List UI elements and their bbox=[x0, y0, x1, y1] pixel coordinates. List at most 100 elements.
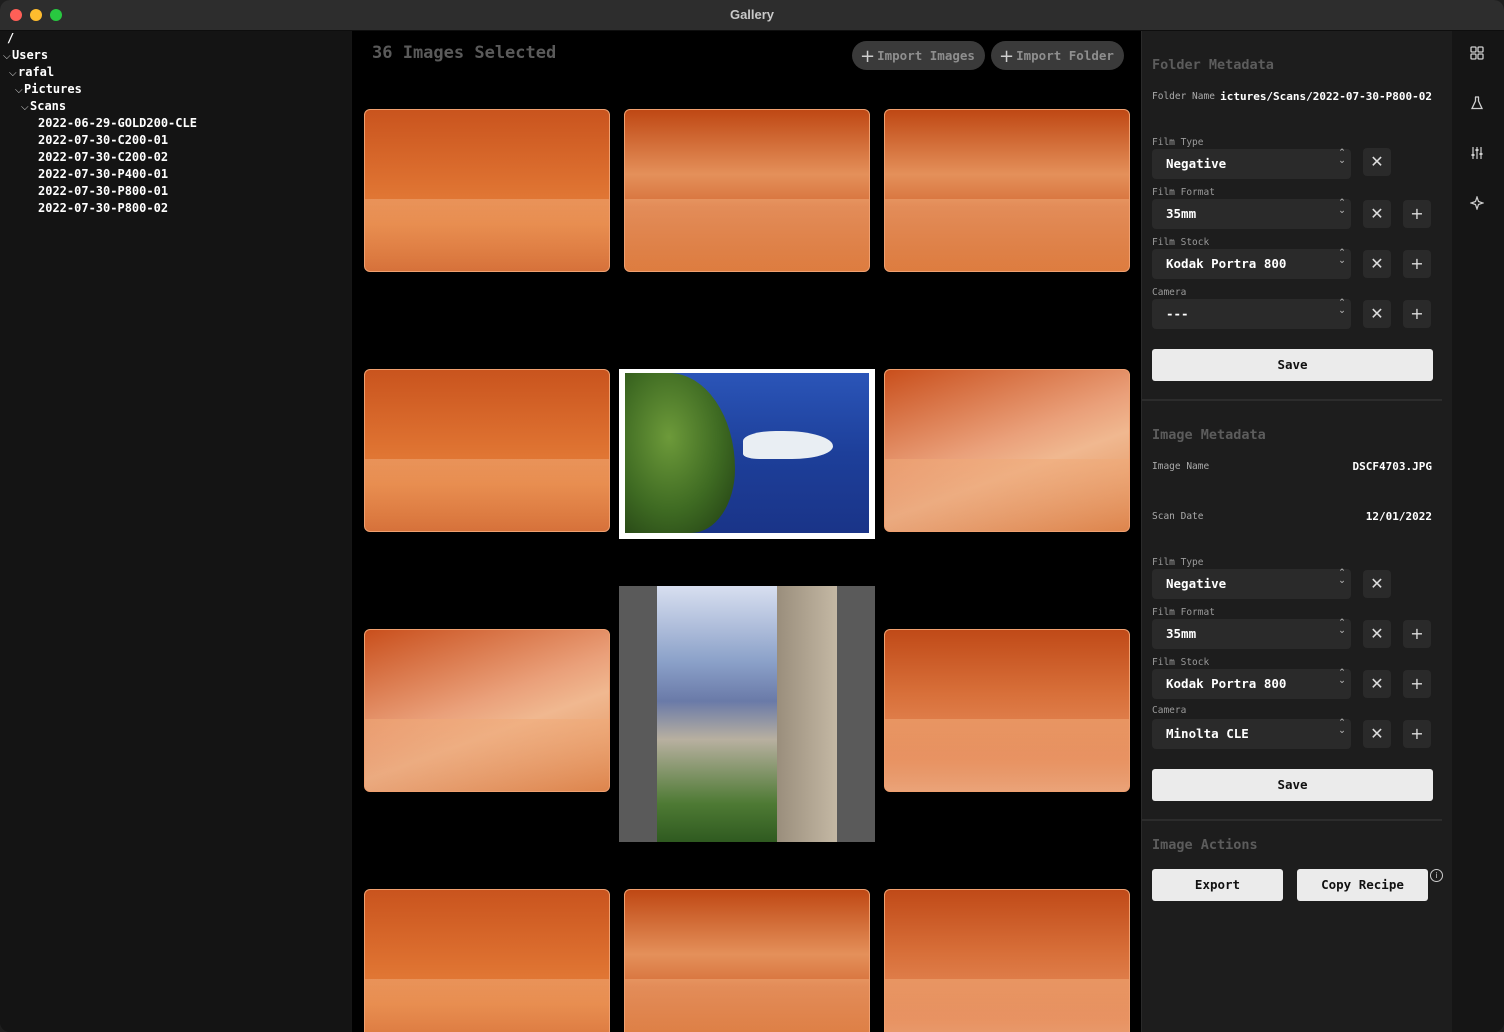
camera-label: Camera bbox=[1152, 287, 1187, 298]
folder-metadata-title: Folder Metadata bbox=[1152, 57, 1274, 73]
tree-item-pictures[interactable]: ⌵Pictures bbox=[15, 81, 82, 98]
tool-strip bbox=[1452, 31, 1504, 1032]
tree-item-label: Pictures bbox=[24, 82, 82, 96]
folder-film-type-select[interactable]: Negative ⌃ ⌄ bbox=[1152, 149, 1351, 179]
select-value: 35mm bbox=[1166, 206, 1197, 221]
clear-camera-button[interactable]: ✕ bbox=[1363, 720, 1391, 748]
film-type-label: Film Type bbox=[1152, 557, 1204, 568]
updown-icon: ⌃ ⌄ bbox=[1338, 668, 1346, 686]
image-thumbnail[interactable] bbox=[364, 109, 610, 272]
tree-item-folder[interactable]: 2022-07-30-P400-01 bbox=[38, 166, 168, 183]
chevron-down-icon[interactable]: ⌵ bbox=[3, 48, 12, 65]
image-thumbnail[interactable] bbox=[364, 889, 610, 1032]
folder-tree-sidebar: / ⌵Users ⌵rafal ⌵Pictures ⌵Scans 2022-06… bbox=[0, 31, 351, 1032]
divider bbox=[1142, 399, 1442, 401]
chevron-down-icon[interactable]: ⌵ bbox=[21, 99, 30, 116]
updown-icon: ⌃ ⌄ bbox=[1338, 618, 1346, 636]
image-actions-title: Image Actions bbox=[1152, 837, 1258, 853]
image-metadata-title: Image Metadata bbox=[1152, 427, 1266, 443]
folder-film-format-select[interactable]: 35mm ⌃ ⌄ bbox=[1152, 199, 1351, 229]
image-name-label: Image Name bbox=[1152, 461, 1210, 472]
film-format-label: Film Format bbox=[1152, 187, 1215, 198]
select-value: Negative bbox=[1166, 156, 1227, 171]
clear-film-format-button[interactable]: ✕ bbox=[1363, 620, 1391, 648]
image-film-type-select[interactable]: Negative ⌃ ⌄ bbox=[1152, 569, 1351, 599]
add-camera-button[interactable]: + bbox=[1403, 720, 1431, 748]
tree-item-folder[interactable]: 2022-07-30-P800-02 bbox=[38, 200, 168, 217]
folder-name-value: ictures/Scans/2022-07-30-P800-02 bbox=[1220, 90, 1432, 103]
image-thumbnail[interactable] bbox=[884, 369, 1130, 532]
title-bar: Gallery bbox=[0, 0, 1504, 31]
camera-label: Camera bbox=[1152, 705, 1187, 716]
image-gallery: 36 Images Selected + Import Images + Impor… bbox=[352, 31, 1141, 1032]
magic-icon[interactable] bbox=[1468, 195, 1486, 214]
tree-item-label: rafal bbox=[18, 65, 55, 79]
select-value: 35mm bbox=[1166, 626, 1197, 641]
sliders-icon[interactable] bbox=[1468, 146, 1486, 164]
select-value: Kodak Portra 800 bbox=[1166, 676, 1287, 691]
image-thumbnail[interactable] bbox=[364, 629, 610, 792]
import-folder-button[interactable]: + Import Folder bbox=[991, 41, 1124, 70]
image-thumbnail[interactable] bbox=[624, 889, 870, 1032]
flask-icon[interactable] bbox=[1468, 96, 1486, 114]
add-film-format-button[interactable]: + bbox=[1403, 200, 1431, 228]
clear-film-format-button[interactable]: ✕ bbox=[1363, 200, 1391, 228]
chevron-down-icon[interactable]: ⌵ bbox=[15, 82, 24, 99]
tree-item-label: Scans bbox=[30, 99, 67, 113]
tree-item-folder[interactable]: 2022-06-29-GOLD200-CLE bbox=[38, 115, 197, 132]
save-folder-metadata-button[interactable]: Save bbox=[1152, 349, 1433, 381]
folder-name-label: Folder Name bbox=[1152, 91, 1215, 102]
select-value: --- bbox=[1166, 306, 1189, 321]
image-film-stock-select[interactable]: Kodak Portra 800 ⌃ ⌄ bbox=[1152, 669, 1351, 699]
import-folder-label: Import Folder bbox=[1016, 48, 1114, 63]
image-thumbnail[interactable] bbox=[884, 889, 1130, 1032]
updown-icon: ⌃ ⌄ bbox=[1338, 148, 1346, 166]
image-thumbnail[interactable] bbox=[364, 369, 610, 532]
tree-root[interactable]: / bbox=[7, 30, 14, 47]
folder-film-stock-select[interactable]: Kodak Portra 800 ⌃ ⌄ bbox=[1152, 249, 1351, 279]
divider bbox=[1142, 819, 1442, 821]
add-film-stock-button[interactable]: + bbox=[1403, 250, 1431, 278]
window-title: Gallery bbox=[729, 7, 775, 22]
image-thumbnail[interactable] bbox=[619, 586, 875, 842]
tree-item-label: Users bbox=[12, 48, 49, 62]
tree-item-folder[interactable]: 2022-07-30-C200-01 bbox=[38, 132, 168, 149]
selected-image-thumbnail[interactable] bbox=[619, 369, 875, 539]
tree-item-users[interactable]: ⌵Users bbox=[3, 47, 48, 64]
folder-camera-select[interactable]: --- ⌃ ⌄ bbox=[1152, 299, 1351, 329]
image-thumbnail[interactable] bbox=[884, 109, 1130, 272]
updown-icon: ⌃ ⌄ bbox=[1338, 198, 1346, 216]
film-format-label: Film Format bbox=[1152, 607, 1215, 618]
clear-film-stock-button[interactable]: ✕ bbox=[1363, 250, 1391, 278]
select-value: Negative bbox=[1166, 576, 1227, 591]
plus-icon: + bbox=[999, 46, 1015, 67]
tree-item-rafal[interactable]: ⌵rafal bbox=[9, 64, 54, 81]
clear-camera-button[interactable]: ✕ bbox=[1363, 300, 1391, 328]
grid-icon[interactable] bbox=[1468, 46, 1486, 64]
add-camera-button[interactable]: + bbox=[1403, 300, 1431, 328]
clear-film-type-button[interactable]: ✕ bbox=[1363, 570, 1391, 598]
image-film-format-select[interactable]: 35mm ⌃ ⌄ bbox=[1152, 619, 1351, 649]
metadata-panel: Folder Metadata Folder Name ictures/Scan… bbox=[1141, 31, 1452, 1032]
add-film-format-button[interactable]: + bbox=[1403, 620, 1431, 648]
scan-date-value: 12/01/2022 bbox=[1365, 510, 1432, 523]
image-camera-select[interactable]: Minolta CLE ⌃ ⌄ bbox=[1152, 719, 1351, 749]
info-icon[interactable]: i bbox=[1430, 869, 1443, 882]
tree-item-folder[interactable]: 2022-07-30-P800-01 bbox=[38, 183, 168, 200]
chevron-down-icon[interactable]: ⌵ bbox=[9, 65, 18, 82]
tree-item-scans[interactable]: ⌵Scans bbox=[21, 98, 66, 115]
boat-photo bbox=[625, 373, 869, 533]
export-button[interactable]: Export bbox=[1152, 869, 1283, 901]
add-film-stock-button[interactable]: + bbox=[1403, 670, 1431, 698]
updown-icon: ⌃ ⌄ bbox=[1338, 298, 1346, 316]
image-thumbnail[interactable] bbox=[884, 629, 1130, 792]
copy-recipe-button[interactable]: Copy Recipe bbox=[1297, 869, 1428, 901]
save-image-metadata-button[interactable]: Save bbox=[1152, 769, 1433, 801]
import-images-button[interactable]: + Import Images bbox=[852, 41, 985, 70]
clear-film-stock-button[interactable]: ✕ bbox=[1363, 670, 1391, 698]
terrace-photo bbox=[657, 586, 837, 842]
scan-date-label: Scan Date bbox=[1152, 511, 1204, 522]
tree-item-folder[interactable]: 2022-07-30-C200-02 bbox=[38, 149, 168, 166]
image-thumbnail[interactable] bbox=[624, 109, 870, 272]
clear-film-type-button[interactable]: ✕ bbox=[1363, 148, 1391, 176]
